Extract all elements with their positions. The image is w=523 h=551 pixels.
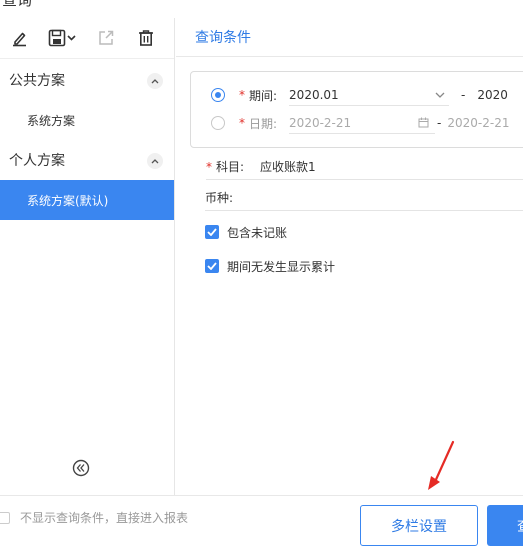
- date-row: * 日期: 2020-2-21 - 2020-2-21: [211, 112, 510, 134]
- scheme-item-system[interactable]: 系统方案: [0, 100, 174, 140]
- chevron-up-icon[interactable]: [147, 73, 163, 89]
- save-button[interactable]: [46, 25, 80, 51]
- delete-button[interactable]: [132, 25, 160, 51]
- skip-conditions-option[interactable]: 不显示查询条件，直接进入报表: [0, 509, 188, 526]
- panel-title: 查询条件: [176, 18, 523, 57]
- option-show-cumulative[interactable]: 期间无发生显示累计: [205, 258, 335, 274]
- period-row: * 期间: 2020.01 - 2020: [211, 84, 508, 106]
- date-to-value[interactable]: 2020-2-21: [447, 116, 509, 130]
- checkbox-checked-icon[interactable]: [205, 259, 219, 273]
- date-label: 日期:: [249, 116, 278, 131]
- period-from-value: 2020.01: [289, 87, 339, 102]
- checkbox-unchecked-icon[interactable]: [0, 511, 10, 524]
- date-from-input[interactable]: 2020-2-21: [289, 112, 436, 134]
- required-mark: *: [239, 116, 245, 130]
- group-title: 公共方案: [9, 73, 65, 89]
- dialog-footer: 不显示查询条件，直接进入报表 多栏设置 查: [0, 495, 523, 551]
- currency-label: 币种:: [205, 191, 234, 205]
- query-button[interactable]: 查: [487, 505, 523, 546]
- option-include-unposted[interactable]: 包含未记账: [205, 224, 287, 240]
- period-to-value[interactable]: 2020: [477, 88, 508, 102]
- currency-field[interactable]: 币种:: [205, 185, 523, 211]
- date-radio[interactable]: [211, 116, 225, 130]
- calendar-icon: [418, 117, 429, 128]
- period-date-group: * 期间: 2020.01 - 2020 * 日期: 2020-2-21 - 2…: [190, 71, 523, 148]
- annotation-arrow-icon: [428, 440, 455, 490]
- group-personal-schemes[interactable]: 个人方案: [0, 140, 174, 180]
- option-label: 期间无发生显示累计: [227, 259, 336, 274]
- period-label: 期间:: [249, 88, 278, 103]
- chevron-down-icon: [435, 92, 445, 98]
- scheme-item-system-default[interactable]: 系统方案(默认): [0, 180, 174, 220]
- scheme-toolbar: [0, 18, 174, 58]
- delete-icon: [139, 30, 153, 46]
- required-mark: *: [206, 159, 212, 174]
- edit-icon: [13, 32, 26, 47]
- period-radio[interactable]: [211, 88, 225, 102]
- scheme-sidebar: 公共方案 系统方案 个人方案 系统方案(默认): [0, 18, 175, 495]
- period-separator: -: [461, 88, 466, 102]
- group-title: 个人方案: [9, 153, 65, 169]
- required-mark: *: [239, 88, 245, 102]
- date-from-value: 2020-2-21: [289, 115, 352, 130]
- export-button[interactable]: [92, 25, 120, 51]
- period-from-select[interactable]: 2020.01: [289, 84, 450, 106]
- window-title: 查询: [2, 0, 33, 9]
- save-icon: [48, 29, 76, 47]
- query-conditions-panel: 查询条件 * 期间: 2020.01 - 2020 * 日期: 2020-2-2…: [176, 18, 523, 495]
- date-separator: -: [437, 116, 442, 130]
- subject-field[interactable]: * 科目: 应收账款1: [206, 154, 523, 180]
- subject-label: 科目:: [216, 160, 245, 174]
- toolbar-divider: [0, 58, 174, 59]
- multi-column-settings-button[interactable]: 多栏设置: [360, 505, 478, 546]
- export-icon: [99, 30, 114, 45]
- subject-value: 应收账款1: [260, 160, 316, 174]
- collapse-sidebar-icon[interactable]: [72, 459, 90, 477]
- checkbox-checked-icon[interactable]: [205, 225, 219, 239]
- chevron-up-icon[interactable]: [147, 153, 163, 169]
- edit-button[interactable]: [6, 25, 34, 51]
- group-public-schemes[interactable]: 公共方案: [0, 60, 174, 100]
- skip-conditions-label: 不显示查询条件，直接进入报表: [20, 511, 189, 525]
- option-label: 包含未记账: [227, 225, 288, 240]
